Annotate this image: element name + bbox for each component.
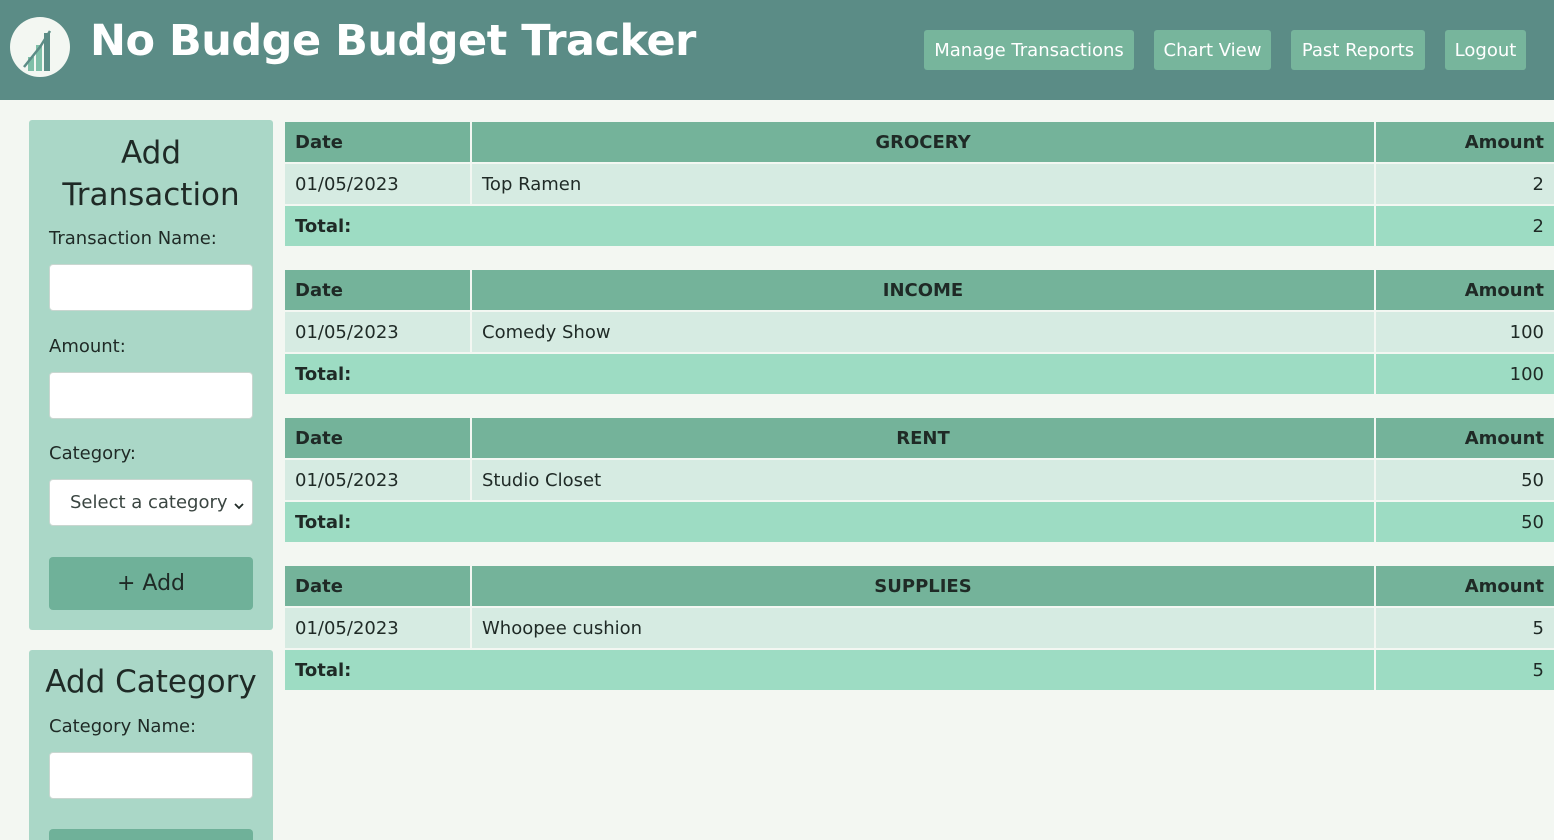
add-transaction-title-line2: Transaction (62, 177, 240, 213)
header-category: SUPPLIES (472, 566, 1374, 606)
row-date: 01/05/2023 (285, 608, 470, 648)
nav-past-reports-button[interactable]: Past Reports (1291, 30, 1425, 70)
row-date: 01/05/2023 (285, 460, 470, 500)
table-row: 01/05/2023 Studio Closet 50 (285, 460, 1554, 500)
header-amount: Amount (1376, 122, 1554, 162)
table-total-row: Total: 50 (285, 502, 1554, 542)
total-label: Total: (285, 502, 1374, 542)
total-label: Total: (285, 206, 1374, 246)
row-name: Studio Closet (472, 460, 1374, 500)
amount-input[interactable] (49, 372, 253, 419)
category-label: Category: (49, 443, 136, 464)
total-amount: 50 (1376, 502, 1554, 542)
app-title: No Budge Budget Tracker (90, 16, 696, 66)
row-name: Comedy Show (472, 312, 1374, 352)
header-category: GROCERY (472, 122, 1374, 162)
app-header: No Budge Budget Tracker Manage Transacti… (0, 0, 1554, 100)
total-amount: 100 (1376, 354, 1554, 394)
amount-label: Amount: (49, 336, 126, 357)
add-transaction-title-line1: Add (120, 135, 182, 171)
row-name: Top Ramen (472, 164, 1374, 204)
header-date: Date (285, 418, 470, 458)
row-amount: 100 (1376, 312, 1554, 352)
total-label: Total: (285, 354, 1374, 394)
table-header-row: Date GROCERY Amount (285, 122, 1554, 162)
row-amount: 2 (1376, 164, 1554, 204)
row-amount: 50 (1376, 460, 1554, 500)
chevron-down-icon (234, 495, 244, 510)
add-category-panel: Add Category Category Name: (29, 650, 273, 840)
header-date: Date (285, 566, 470, 606)
header-amount: Amount (1376, 270, 1554, 310)
total-amount: 5 (1376, 650, 1554, 690)
add-transaction-panel: Add Transaction Transaction Name: Amount… (29, 120, 273, 630)
category-name-input[interactable] (49, 752, 253, 799)
transaction-name-input[interactable] (49, 264, 253, 311)
category-name-label: Category Name: (49, 716, 197, 737)
category-select-value: Select a category (70, 492, 228, 513)
row-amount: 5 (1376, 608, 1554, 648)
table-total-row: Total: 5 (285, 650, 1554, 690)
nav-manage-transactions-button[interactable]: Manage Transactions (924, 30, 1134, 70)
table-header-row: Date INCOME Amount (285, 270, 1554, 310)
nav-logout-button[interactable]: Logout (1445, 30, 1526, 70)
transaction-name-label: Transaction Name: (49, 228, 217, 249)
row-date: 01/05/2023 (285, 312, 470, 352)
header-date: Date (285, 270, 470, 310)
table-row: 01/05/2023 Top Ramen 2 (285, 164, 1554, 204)
header-date: Date (285, 122, 470, 162)
table-total-row: Total: 2 (285, 206, 1554, 246)
table-total-row: Total: 100 (285, 354, 1554, 394)
table-header-row: Date RENT Amount (285, 418, 1554, 458)
add-transaction-title: Add Transaction (29, 132, 273, 216)
header-category: RENT (472, 418, 1374, 458)
row-date: 01/05/2023 (285, 164, 470, 204)
nav-chart-view-button[interactable]: Chart View (1154, 30, 1271, 70)
category-select[interactable]: Select a category (49, 479, 253, 526)
table-row: 01/05/2023 Whoopee cushion 5 (285, 608, 1554, 648)
total-label: Total: (285, 650, 1374, 690)
add-category-title: Add Category (45, 664, 257, 700)
header-amount: Amount (1376, 418, 1554, 458)
add-category-button[interactable] (49, 829, 253, 840)
app-logo-icon (10, 17, 70, 77)
add-transaction-button[interactable]: + Add (49, 557, 253, 610)
header-amount: Amount (1376, 566, 1554, 606)
header-category: INCOME (472, 270, 1374, 310)
table-header-row: Date SUPPLIES Amount (285, 566, 1554, 606)
total-amount: 2 (1376, 206, 1554, 246)
row-name: Whoopee cushion (472, 608, 1374, 648)
table-row: 01/05/2023 Comedy Show 100 (285, 312, 1554, 352)
